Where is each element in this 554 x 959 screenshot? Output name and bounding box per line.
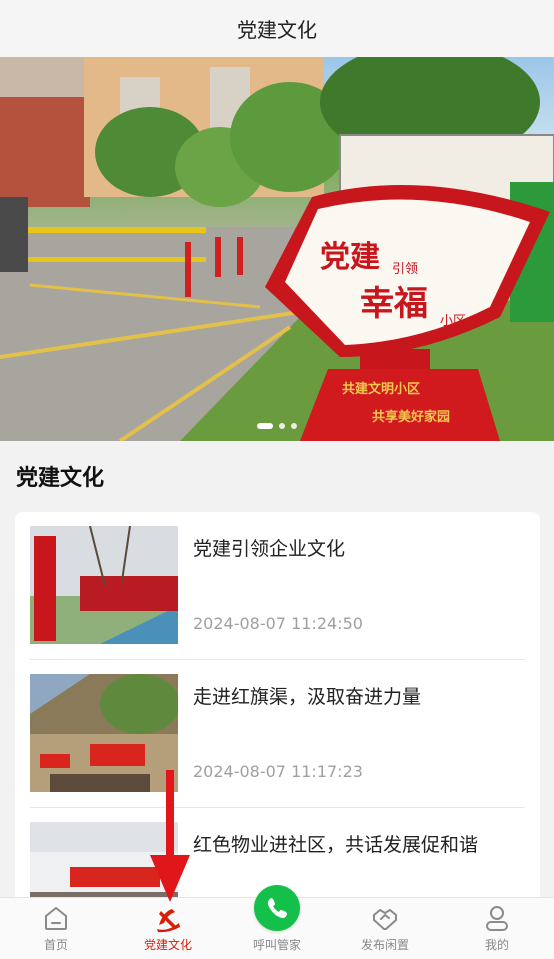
news-time: 2024-08-07 11:24:50 bbox=[193, 614, 363, 633]
home-icon bbox=[45, 907, 67, 930]
svg-text:小区: 小区 bbox=[440, 314, 466, 329]
page-title: 党建文化 bbox=[237, 18, 317, 42]
call-button[interactable] bbox=[254, 885, 300, 931]
svg-text:共建文明小区: 共建文明小区 bbox=[342, 381, 420, 397]
tab-label: 呼叫管家 bbox=[252, 938, 301, 952]
svg-text:引领: 引领 bbox=[392, 262, 418, 277]
banner-image: 党建 引领 幸福 小区 共建文明小区 共享美好家园 bbox=[0, 57, 554, 441]
tab-party-culture[interactable]: 党建文化 bbox=[113, 898, 223, 959]
section-title: 党建文化 bbox=[16, 466, 105, 491]
news-title: 党建引领企业文化 bbox=[193, 538, 346, 560]
phone-icon bbox=[267, 898, 287, 918]
carousel-indicators bbox=[0, 420, 554, 432]
news-list: 党建引领企业文化 2024-08-07 11:24:50 走进红旗渠，汲取奋进力… bbox=[15, 512, 540, 912]
carousel-dot-active[interactable] bbox=[257, 423, 273, 429]
handshake-icon bbox=[373, 909, 397, 930]
carousel-dot[interactable] bbox=[279, 423, 285, 429]
news-thumbnail bbox=[30, 674, 178, 792]
banner-carousel[interactable]: 党建 引领 幸福 小区 共建文明小区 共享美好家园 bbox=[0, 57, 554, 441]
user-icon bbox=[486, 906, 508, 931]
tab-label: 我的 bbox=[484, 938, 509, 952]
tab-mine[interactable]: 我的 bbox=[442, 898, 552, 959]
news-item[interactable]: 走进红旗渠，汲取奋进力量 2024-08-07 11:17:23 bbox=[30, 660, 525, 808]
news-thumbnail bbox=[30, 526, 178, 644]
bottom-tab-bar: 首页 党建文化 呼叫管家 发布闲置 我的 bbox=[0, 885, 554, 959]
party-emblem-icon bbox=[157, 909, 180, 933]
news-title: 走进红旗渠，汲取奋进力量 bbox=[193, 686, 422, 708]
tab-label: 首页 bbox=[43, 938, 68, 952]
carousel-dot[interactable] bbox=[291, 423, 297, 429]
svg-text:幸福: 幸福 bbox=[360, 284, 428, 324]
tab-label: 发布闲置 bbox=[360, 938, 409, 952]
tab-home[interactable]: 首页 bbox=[1, 898, 111, 959]
news-time: 2024-08-07 11:17:23 bbox=[193, 762, 363, 781]
news-title: 红色物业进社区，共话发展促和谐 bbox=[193, 834, 479, 856]
svg-text:党建: 党建 bbox=[320, 240, 380, 275]
tab-post-idle[interactable]: 发布闲置 bbox=[330, 898, 440, 959]
news-item[interactable]: 党建引领企业文化 2024-08-07 11:24:50 bbox=[30, 512, 525, 660]
tab-label: 党建文化 bbox=[143, 938, 192, 952]
top-nav-bar: 党建文化 bbox=[0, 0, 554, 57]
